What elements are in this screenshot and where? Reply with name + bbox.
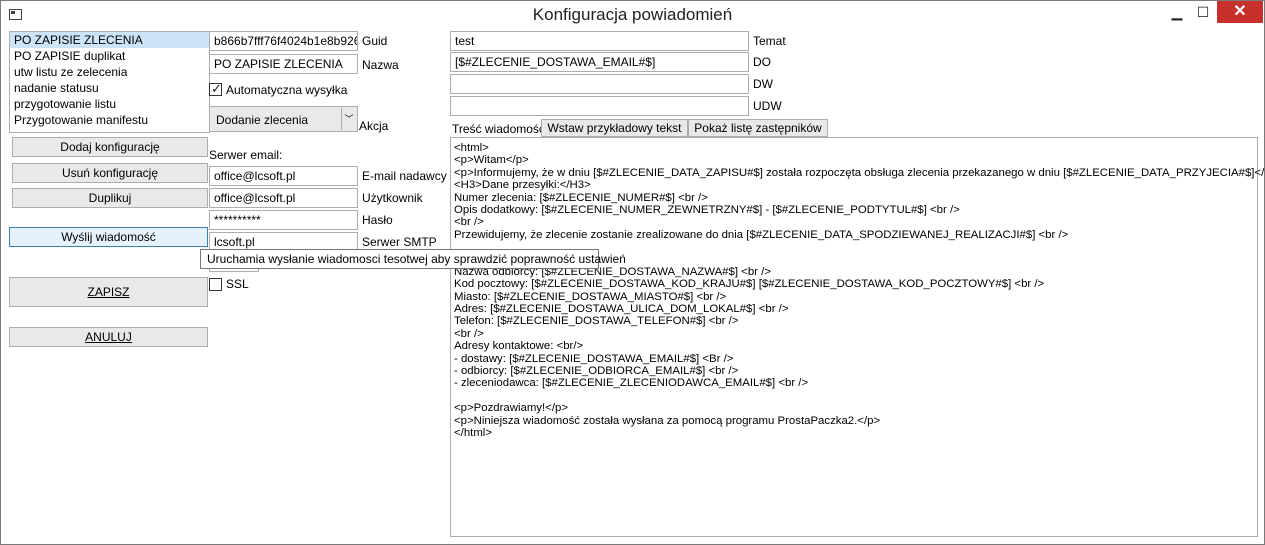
subject-label: Temat (753, 34, 786, 48)
user-label: Użytkownik (362, 191, 423, 205)
auto-send-checkbox[interactable] (209, 81, 222, 97)
action-label: Akcja (359, 119, 389, 133)
message-body-line: Telefon: [$#ZLECENIE_DOSTAWA_TELEFON#$] … (454, 315, 739, 328)
message-body-line: Miasto: [$#ZLECENIE_DOSTAWA_MIASTO#$] <b… (454, 290, 727, 303)
message-body-line: <p>Informujemy, że w dniu [$#ZLECENIE_DA… (454, 166, 1265, 179)
message-body-line: - dostawy: [$#ZLECENIE_DOSTAWA_EMAIL#$] … (454, 352, 734, 365)
close-icon[interactable]: ✕ (1217, 1, 1263, 23)
message-body-line: </html> (454, 426, 492, 439)
to-label: DO (753, 55, 771, 69)
minimize-icon[interactable]: ▁ (1164, 1, 1190, 23)
message-body-line: <H3>Dane przesyłki:</H3> (454, 179, 591, 192)
user-field[interactable]: office@lcsoft.pl (209, 188, 358, 208)
config-list-item[interactable]: PO ZAPISIE ZLECENIA (10, 32, 209, 48)
remove-config-button[interactable]: Usuń konfigurację (12, 163, 208, 183)
config-list-item[interactable]: utw listu ze zelecenia (10, 64, 209, 80)
message-body-line: <br /> (454, 216, 484, 229)
bcc-label: UDW (753, 99, 782, 113)
maximize-icon[interactable]: ☐ (1190, 1, 1216, 23)
title-bar: Konfiguracja powiadomień ▁ ☐ ✕ (1, 1, 1264, 30)
to-field[interactable]: [$#ZLECENIE_DOSTAWA_EMAIL#$] (450, 52, 749, 72)
message-body-line: - odbiorcy: [$#ZLECENIE_ODBIORCA_EMAIL#$… (454, 365, 739, 378)
sender-email-field[interactable]: office@lcsoft.pl (209, 166, 358, 186)
notification-config-window: Konfiguracja powiadomień ▁ ☐ ✕ PO ZAPISI… (0, 0, 1265, 545)
message-body-line: Kod pocztowy: [$#ZLECENIE_DOSTAWA_KOD_KR… (454, 278, 1045, 291)
message-body-line: Numer zlecenia: [$#ZLECENIE_NUMER#$] <br… (454, 191, 708, 204)
config-list-item[interactable]: nadanie statusu (10, 80, 209, 96)
duplicate-button[interactable]: Duplikuj (12, 188, 208, 208)
send-test-tooltip: Uruchamia wysłanie wiadomosci tesotwej a… (200, 249, 626, 269)
smtp-server-label: Serwer SMTP (362, 235, 437, 249)
message-body-line: <html> (454, 142, 489, 154)
cancel-button[interactable]: ANULUJ (9, 327, 208, 347)
message-body-textarea[interactable]: <html> <p>Witam</p> <p>Informujemy, że w d… (450, 137, 1265, 537)
chevron-down-icon: ﹀ (341, 108, 356, 130)
save-button[interactable]: ZAPISZ (9, 277, 208, 307)
name-label: Nazwa (362, 58, 399, 72)
message-body-line: - zleceniodawca: [$#ZLECENIE_ZLECENIODAW… (454, 377, 809, 390)
subject-field[interactable]: test (450, 31, 749, 51)
message-body-line: Adresy kontaktowe: <br/> (454, 340, 584, 353)
password-field[interactable]: ********** (209, 210, 358, 230)
ssl-checkbox[interactable] (209, 278, 222, 291)
sender-email-label: E-mail nadawcy (362, 169, 447, 183)
name-field[interactable]: PO ZAPISIE ZLECENIA (209, 54, 358, 74)
password-label: Hasło (362, 213, 393, 227)
insert-sample-text-button[interactable]: Wstaw przykładowy tekst (541, 119, 688, 137)
send-test-message-button[interactable]: Wyślij wiadomość (9, 227, 208, 247)
message-body-line: Adres: [$#ZLECENIE_DOSTAWA_ULICA_DOM_LOK… (454, 303, 789, 316)
message-content-label: Treść wiadomości: (452, 122, 551, 136)
message-body-line (454, 390, 1254, 402)
ssl-label: SSL (226, 277, 249, 291)
message-body-line: <br /> (454, 327, 484, 340)
cc-field[interactable] (450, 74, 749, 94)
config-list-item[interactable]: przygotowanie listu (10, 96, 209, 112)
action-select-value: Dodanie zlecenia (216, 113, 309, 127)
guid-field[interactable]: b866b7fff76f4024b1e8b9260 (209, 31, 358, 51)
cc-label: DW (753, 77, 773, 91)
add-config-button[interactable]: Dodaj konfigurację (12, 137, 208, 157)
server-email-heading: Serwer email: (209, 148, 283, 162)
message-body-line: <p>Niniejsza wiadomość została wysłana z… (454, 414, 881, 427)
config-list-item[interactable]: Przygotowanie manifestu (10, 112, 209, 128)
show-placeholders-button[interactable]: Pokaż listę zastępników (688, 119, 828, 137)
window-title: Konfiguracja powiadomień (532, 5, 733, 24)
bcc-field[interactable] (450, 96, 749, 116)
message-body-line: <p>Pozdrawiamy!</p> (454, 402, 568, 415)
config-list-item[interactable]: PO ZAPISIE duplikat (10, 48, 209, 64)
message-body-line: <p>Witam</p> (454, 154, 529, 167)
message-body-line: Opis dodatkowy: [$#ZLECENIE_NUMER_ZEWNET… (454, 203, 960, 216)
action-select[interactable]: Dodanie zlecenia ﹀ (209, 106, 358, 132)
guid-label: Guid (362, 34, 388, 48)
message-body-line: Przewidujemy, że zlecenie zostanie zreal… (454, 228, 1069, 241)
config-list[interactable]: PO ZAPISIE ZLECENIA PO ZAPISIE duplikat … (9, 31, 210, 133)
auto-send-label: Automatyczna wysyłka (226, 83, 348, 97)
